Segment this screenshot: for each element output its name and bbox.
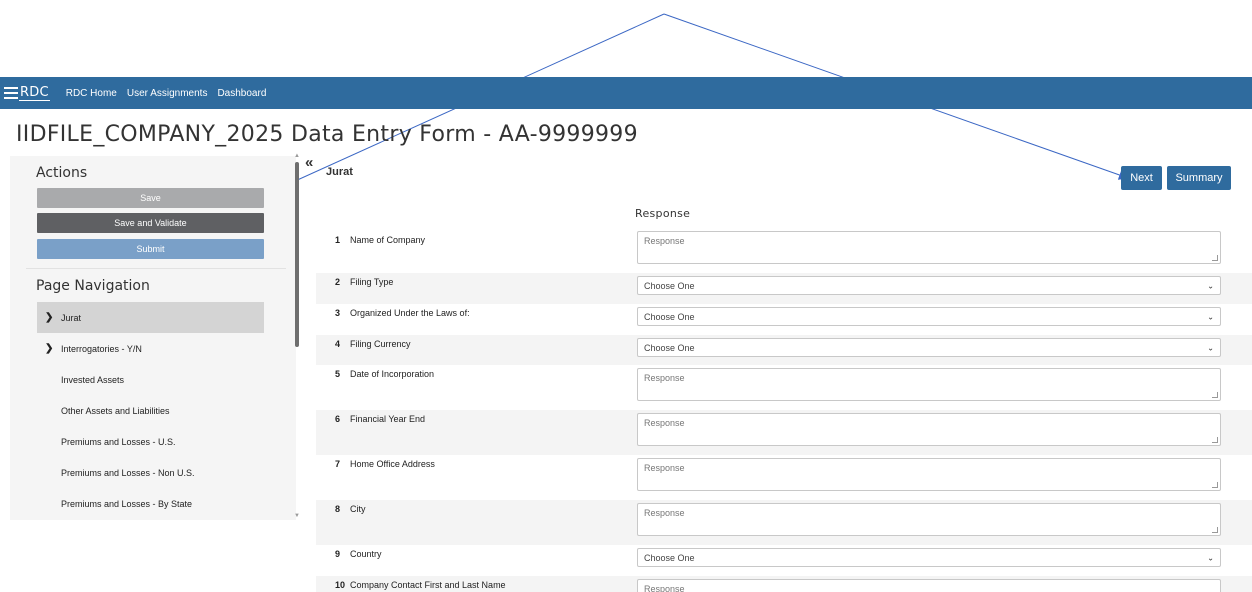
logo-text: RDC bbox=[19, 85, 50, 101]
scroll-up-icon[interactable]: ▲ bbox=[294, 152, 300, 160]
row-number: 2 bbox=[335, 277, 341, 287]
sidebar: Actions Save Save and Validate Submit Pa… bbox=[10, 156, 296, 520]
sidebar-item-label: Premiums and Losses - By State bbox=[61, 498, 193, 509]
form-row-city: 8 City Response bbox=[316, 500, 1252, 545]
page-navigation-heading: Page Navigation bbox=[36, 278, 150, 294]
row-label: Financial Year End bbox=[350, 414, 426, 424]
row-label: City bbox=[350, 504, 366, 514]
organized-under-laws-select[interactable]: Choose One ⌄ bbox=[637, 307, 1221, 326]
page-title: IIDFILE_COMPANY_2025 Data Entry Form - A… bbox=[16, 122, 638, 147]
logo-lines-icon bbox=[4, 87, 18, 99]
financial-year-end-field[interactable]: Response bbox=[637, 413, 1221, 446]
response-column-header: Response bbox=[635, 207, 691, 220]
section-title: Jurat bbox=[326, 166, 353, 178]
row-number: 8 bbox=[335, 504, 341, 514]
filing-type-select[interactable]: Choose One ⌄ bbox=[637, 276, 1221, 295]
form-row-company-contact: 10 Company Contact First and Last Name R… bbox=[316, 576, 1252, 592]
sidebar-item-jurat[interactable]: ❯ Jurat bbox=[37, 302, 264, 333]
row-label: Name of Company bbox=[350, 235, 426, 245]
select-value: Choose One bbox=[644, 311, 695, 322]
sidebar-divider bbox=[26, 268, 286, 269]
select-value: Choose One bbox=[644, 552, 695, 563]
select-value: Choose One bbox=[644, 280, 695, 291]
summary-button[interactable]: Summary bbox=[1167, 166, 1231, 190]
save-and-validate-button[interactable]: Save and Validate bbox=[37, 213, 264, 233]
sidebar-item-label: Other Assets and Liabilities bbox=[61, 405, 170, 416]
form-row-organized-under-laws: 3 Organized Under the Laws of: Choose On… bbox=[316, 304, 1252, 335]
chevron-right-icon: ❯ bbox=[45, 312, 54, 323]
sidebar-item-label: Jurat bbox=[61, 312, 82, 323]
scrollbar-thumb[interactable] bbox=[295, 162, 299, 347]
row-number: 7 bbox=[335, 459, 341, 469]
row-label: Organized Under the Laws of: bbox=[350, 308, 470, 318]
row-label: Country bbox=[350, 549, 382, 559]
sidebar-item-label: Premiums and Losses - U.S. bbox=[61, 436, 176, 447]
row-label: Filing Type bbox=[350, 277, 394, 287]
row-number: 10 bbox=[335, 580, 346, 590]
row-number: 5 bbox=[335, 369, 341, 379]
home-office-address-field[interactable]: Response bbox=[637, 458, 1221, 491]
sidebar-item-premiums-non-us[interactable]: Premiums and Losses - Non U.S. bbox=[37, 457, 264, 488]
sidebar-item-label: Interrogatories - Y/N bbox=[61, 343, 142, 354]
row-number: 6 bbox=[335, 414, 341, 424]
sidebar-scrollbar[interactable]: ▲ ▼ bbox=[294, 152, 300, 520]
form-row-financial-year-end: 6 Financial Year End Response bbox=[316, 410, 1252, 455]
collapse-sidebar-toggle[interactable]: « bbox=[305, 155, 313, 170]
row-label: Date of Incorporation bbox=[350, 369, 435, 379]
sidebar-item-label: Invested Assets bbox=[61, 374, 125, 385]
dropdown-caret-icon: ⌄ bbox=[1207, 553, 1214, 562]
actions-heading: Actions bbox=[36, 165, 88, 181]
company-contact-name-field[interactable]: Response bbox=[637, 579, 1221, 592]
save-button[interactable]: Save bbox=[37, 188, 264, 208]
country-select[interactable]: Choose One ⌄ bbox=[637, 548, 1221, 567]
name-of-company-field[interactable]: Response bbox=[637, 231, 1221, 264]
sidebar-item-label: Premiums and Losses - Non U.S. bbox=[61, 467, 195, 478]
city-field[interactable]: Response bbox=[637, 503, 1221, 536]
nav-link-user-assignments[interactable]: User Assignments bbox=[127, 88, 208, 99]
row-label: Company Contact First and Last Name bbox=[350, 580, 506, 590]
nav-links: RDC Home User Assignments Dashboard bbox=[66, 88, 277, 99]
sidebar-item-premiums-us[interactable]: Premiums and Losses - U.S. bbox=[37, 426, 264, 457]
scroll-down-icon[interactable]: ▼ bbox=[294, 512, 300, 520]
sidebar-item-invested-assets[interactable]: Invested Assets bbox=[37, 364, 264, 395]
form-rows: 1 Name of Company Response 2 Filing Type… bbox=[316, 226, 1252, 592]
form-row-country: 9 Country Choose One ⌄ bbox=[316, 545, 1252, 576]
row-number: 1 bbox=[335, 235, 341, 245]
row-number: 4 bbox=[335, 339, 341, 349]
rdc-logo[interactable]: RDC bbox=[4, 85, 50, 101]
sidebar-item-other-assets[interactable]: Other Assets and Liabilities bbox=[37, 395, 264, 426]
row-label: Filing Currency bbox=[350, 339, 411, 349]
select-value: Choose One bbox=[644, 342, 695, 353]
form-row-filing-currency: 4 Filing Currency Choose One ⌄ bbox=[316, 335, 1252, 365]
submit-button[interactable]: Submit bbox=[37, 239, 264, 259]
next-button[interactable]: Next bbox=[1121, 166, 1162, 190]
dropdown-caret-icon: ⌄ bbox=[1207, 343, 1214, 352]
date-of-incorporation-field[interactable]: Response bbox=[637, 368, 1221, 401]
page-navigation-list: ❯ Jurat ❯ Interrogatories - Y/N Invested… bbox=[10, 302, 296, 519]
row-number: 9 bbox=[335, 549, 341, 559]
nav-link-rdc-home[interactable]: RDC Home bbox=[66, 88, 117, 99]
form-row-name-of-company: 1 Name of Company Response bbox=[316, 226, 1252, 273]
row-label: Home Office Address bbox=[350, 459, 435, 469]
page: RDC RDC Home User Assignments Dashboard … bbox=[0, 0, 1252, 592]
sidebar-item-premiums-by-state[interactable]: Premiums and Losses - By State bbox=[37, 488, 264, 519]
form-row-filing-type: 2 Filing Type Choose One ⌄ bbox=[316, 273, 1252, 304]
sidebar-item-interrogatories[interactable]: ❯ Interrogatories - Y/N bbox=[37, 333, 264, 364]
nav-link-dashboard[interactable]: Dashboard bbox=[217, 88, 266, 99]
dropdown-caret-icon: ⌄ bbox=[1207, 281, 1214, 290]
filing-currency-select[interactable]: Choose One ⌄ bbox=[637, 338, 1221, 357]
top-navbar: RDC RDC Home User Assignments Dashboard bbox=[0, 77, 1252, 109]
dropdown-caret-icon: ⌄ bbox=[1207, 312, 1214, 321]
chevron-right-icon: ❯ bbox=[45, 343, 54, 354]
form-row-home-office-address: 7 Home Office Address Response bbox=[316, 455, 1252, 500]
row-number: 3 bbox=[335, 308, 341, 318]
form-row-date-of-incorporation: 5 Date of Incorporation Response bbox=[316, 365, 1252, 410]
